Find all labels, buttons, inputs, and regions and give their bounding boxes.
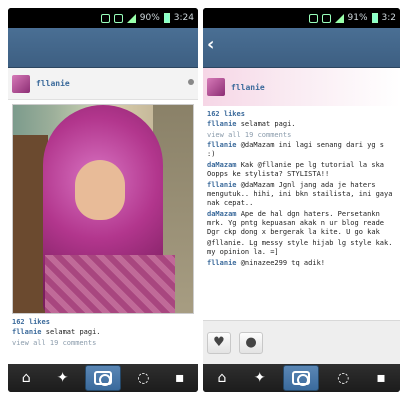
post-header[interactable]: fllanie [203, 68, 400, 106]
app-header [8, 28, 198, 68]
profile-icon[interactable]: ▪ [367, 367, 395, 389]
comment-username[interactable]: fllanie [207, 259, 241, 267]
camera-icon[interactable] [84, 365, 121, 391]
mute-icon [308, 13, 318, 23]
profile-icon[interactable]: ▪ [166, 367, 194, 389]
signal-icon [126, 13, 136, 23]
home-icon[interactable]: ⌂ [12, 367, 40, 389]
location-pin-icon [188, 79, 194, 85]
comment-row: fllanie @daMazam ini lagi senang dari yg… [203, 139, 400, 159]
status-bar: 91% 3:2 [203, 8, 400, 28]
likes-count[interactable]: 162 likes [203, 106, 400, 118]
photo-subject-face [75, 160, 125, 220]
clock: 3:24 [173, 13, 194, 23]
comment-text: view all 19 comments [207, 131, 292, 139]
comment-row: fllanie selamat pagi. [203, 118, 400, 129]
feed: fllanie 162 likes fllanie selamat pagi. … [8, 68, 198, 364]
app-header: ‹ [203, 28, 400, 68]
photo-subject-dress [45, 255, 175, 313]
mute-icon [100, 13, 110, 23]
post-photo[interactable] [12, 104, 194, 314]
comment-row: daMazam Kak @fllanie pe lg tutorial la s… [203, 159, 400, 179]
view-all-comments-link[interactable]: view all 19 comments [203, 129, 400, 139]
phone-right: 91% 3:2 ‹ fllanie 162 likes fllanie sela… [203, 8, 400, 392]
comment-username[interactable]: daMazam [207, 210, 241, 218]
comments-list: 162 likes fllanie selamat pagi. view all … [203, 106, 400, 320]
comment-username[interactable]: fllanie [207, 181, 241, 189]
explore-icon[interactable]: ✦ [49, 367, 77, 389]
clock: 3:2 [381, 13, 396, 23]
bottom-nav: ⌂ ✦ ◌ ▪ [203, 364, 400, 392]
home-icon[interactable]: ⌂ [208, 367, 236, 389]
comment-text: selamat pagi. [240, 120, 296, 128]
comments: fllanie selamat pagi. view all 19 comment… [203, 118, 400, 268]
comment-text: @ninazee299 tq adik! [240, 259, 326, 267]
battery-icon [371, 13, 378, 23]
like-heart-icon[interactable]: ♥ [207, 331, 231, 354]
news-icon[interactable]: ◌ [129, 367, 157, 389]
bottom-nav: ⌂ ✦ ◌ ▪ [8, 364, 198, 392]
view-all-comments-link[interactable]: view all 19 comments [8, 337, 198, 347]
caption-username[interactable]: fllanie [12, 328, 42, 336]
status-bar: 90% 3:24 [8, 8, 198, 28]
battery-icon [163, 13, 170, 23]
comment-row: fllanie @ninazee299 tq adik! [203, 257, 400, 268]
caption: fllanie selamat pagi. [8, 326, 198, 337]
comment-text: @fllanie. Lg messy style hijab lg style … [207, 239, 393, 256]
post-username[interactable]: fllanie [231, 83, 265, 92]
avatar[interactable] [207, 78, 225, 96]
signal-icon [334, 13, 344, 23]
explore-icon[interactable]: ✦ [246, 367, 274, 389]
battery-percent: 90% [139, 13, 160, 23]
comment-row: fllanie @daMazam Jgnl jang ada je haters… [203, 179, 400, 208]
alarm-icon [113, 13, 123, 23]
comment-username[interactable]: daMazam [207, 161, 241, 169]
comment-bubble-icon[interactable]: ● [239, 331, 263, 354]
news-icon[interactable]: ◌ [329, 367, 357, 389]
screenshot-collage: 90% 3:24 fllanie 162 likes fllanie selam… [0, 0, 400, 400]
back-arrow-icon[interactable]: ‹ [207, 34, 214, 55]
action-bar: ♥ ● [203, 320, 400, 364]
phone-left: 90% 3:24 fllanie 162 likes fllanie selam… [8, 8, 198, 392]
comment-username[interactable]: fllanie [207, 120, 241, 128]
battery-percent: 91% [347, 13, 368, 23]
avatar[interactable] [12, 74, 30, 93]
comment-username[interactable]: fllanie [207, 141, 241, 149]
caption-text: selamat pagi. [45, 328, 101, 336]
comment-row: @fllanie. Lg messy style hijab lg style … [203, 237, 400, 257]
likes-count[interactable]: 162 likes [8, 314, 198, 326]
post-username[interactable]: fllanie [36, 79, 70, 88]
alarm-icon [321, 13, 331, 23]
camera-icon[interactable] [283, 365, 320, 391]
comment-row: daMazam Ape de hal dgn haters. Persetank… [203, 208, 400, 237]
post-header[interactable]: fllanie [8, 68, 198, 100]
